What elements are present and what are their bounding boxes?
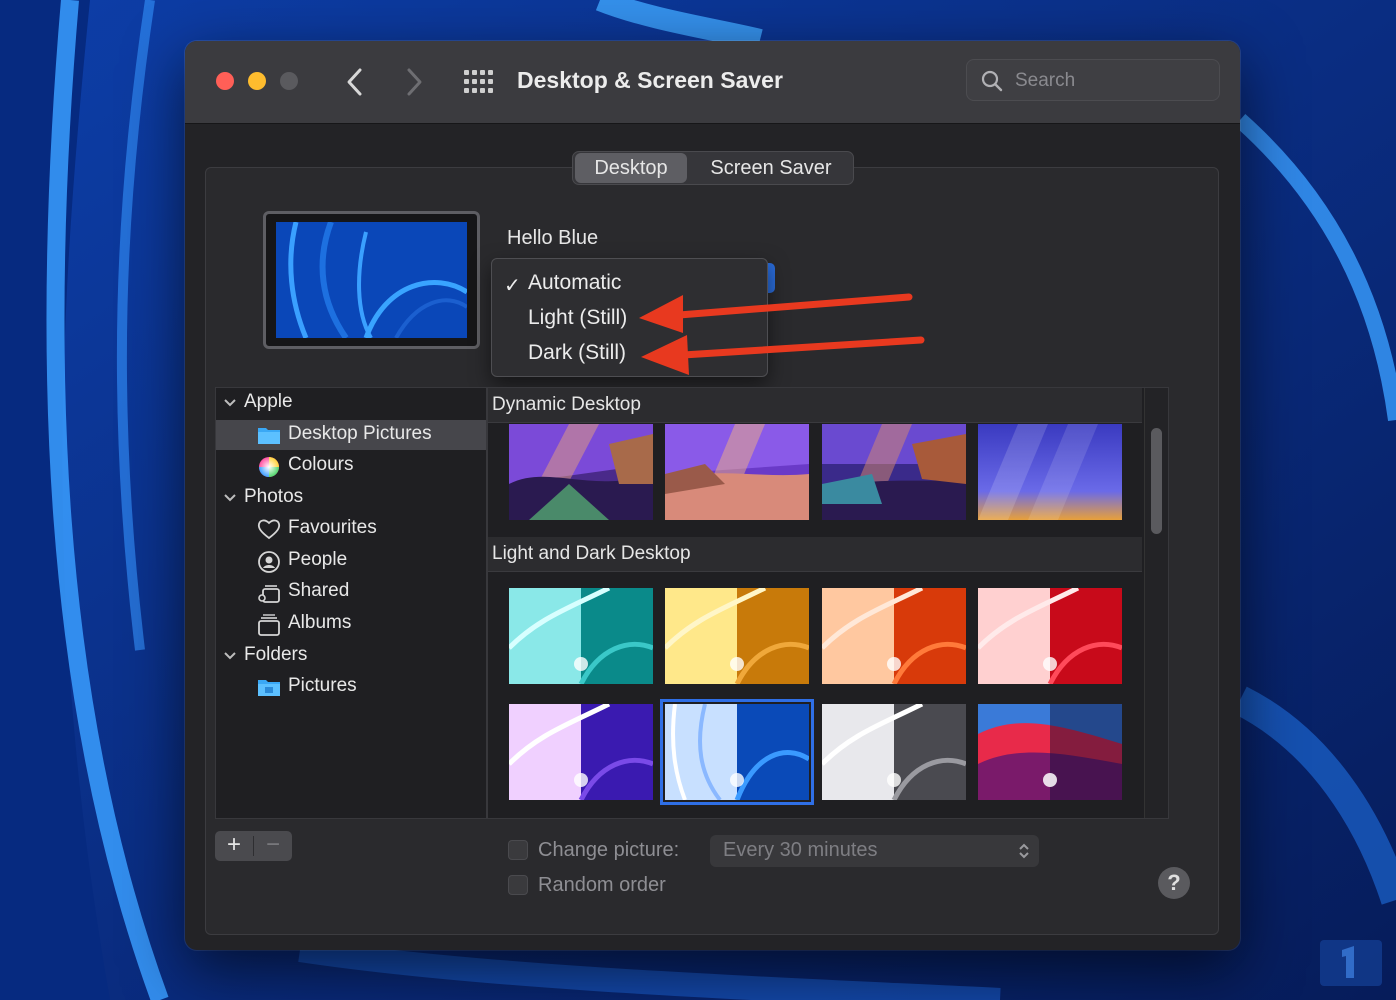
- sidebar-group-apple[interactable]: Apple: [216, 388, 486, 418]
- wallpaper-thumb-yellow[interactable]: [665, 588, 809, 684]
- section-title: Dynamic Desktop: [492, 394, 641, 415]
- wallpaper-thumb-purple[interactable]: [509, 704, 653, 800]
- wallpaper-thumb-red[interactable]: [978, 588, 1122, 684]
- random-order-checkbox[interactable]: [508, 875, 528, 895]
- wallpaper-thumb-silver[interactable]: [822, 704, 966, 800]
- sidebar-item-label: Colours: [288, 454, 354, 475]
- interval-select[interactable]: Every 30 minutes: [710, 835, 1039, 867]
- preferences-window: Desktop & Screen Saver Desktop Screen Sa…: [185, 41, 1240, 950]
- sidebar-group-photos[interactable]: Photos: [216, 483, 486, 513]
- source-list: Apple Desktop Pictures Colours Photos Fa…: [215, 387, 487, 819]
- tab-desktop[interactable]: Desktop: [575, 153, 687, 183]
- color-wheel-icon: [259, 457, 279, 477]
- sidebar-item-people[interactable]: People: [216, 546, 486, 576]
- wallpaper-name: Hello Blue: [507, 227, 599, 249]
- sidebar-group-folders[interactable]: Folders: [216, 641, 486, 671]
- sidebar-item-shared[interactable]: Shared: [216, 577, 486, 607]
- folder-icon: [258, 680, 280, 696]
- sidebar-item-label: Favourites: [288, 517, 377, 538]
- add-folder-button[interactable]: +: [215, 831, 253, 861]
- scroll-thumb[interactable]: [1151, 428, 1162, 534]
- shared-album-icon: [258, 585, 280, 603]
- wallpaper-thumb-teal[interactable]: [509, 588, 653, 684]
- search-field[interactable]: [966, 59, 1220, 101]
- section-header-light-dark: Light and Dark Desktop: [488, 537, 1142, 572]
- wallpaper-gallery: Dynamic Desktop Light and Dark Desktop: [487, 387, 1169, 819]
- section-header-dynamic: Dynamic Desktop: [488, 388, 1142, 423]
- show-all-grid-icon[interactable]: [463, 69, 495, 95]
- chevron-down-icon: [224, 494, 236, 502]
- wallpaper-thumb-orange[interactable]: [822, 588, 966, 684]
- interval-value: Every 30 minutes: [723, 839, 878, 861]
- tab-screen-saver[interactable]: Screen Saver: [691, 152, 851, 184]
- wallpaper-thumb-hello-blue[interactable]: [660, 699, 814, 805]
- window-title: Desktop & Screen Saver: [517, 67, 783, 93]
- tab-bar: Desktop Screen Saver: [572, 151, 854, 185]
- sidebar-item-desktop-pictures[interactable]: Desktop Pictures: [216, 420, 486, 450]
- menu-item-automatic[interactable]: Automatic: [528, 271, 621, 295]
- sidebar-group-label: Photos: [244, 486, 304, 507]
- sidebar-group-label: Folders: [244, 644, 308, 665]
- sidebar-item-colours[interactable]: Colours: [216, 451, 486, 481]
- person-icon: [258, 551, 280, 573]
- chevron-down-icon: [224, 399, 236, 407]
- sidebar-item-pictures[interactable]: Pictures: [216, 672, 486, 702]
- change-picture-checkbox[interactable]: [508, 840, 528, 860]
- remove-folder-button[interactable]: −: [254, 831, 292, 861]
- minimize-button[interactable]: [248, 72, 266, 90]
- change-picture-label: Change picture:: [538, 839, 680, 861]
- heart-icon: [257, 519, 281, 540]
- sidebar-item-label: Pictures: [288, 675, 357, 696]
- sidebar-group-label: Apple: [244, 391, 293, 412]
- sidebar-item-albums[interactable]: Albums: [216, 609, 486, 639]
- gallery-scrollbar[interactable]: [1144, 388, 1168, 818]
- search-icon: [981, 70, 1003, 92]
- section-title: Light and Dark Desktop: [492, 543, 691, 564]
- sidebar-item-label: Shared: [288, 580, 350, 601]
- back-icon[interactable]: [340, 65, 370, 99]
- annotation-arrows: [639, 293, 925, 375]
- sidebar-item-label: Desktop Pictures: [288, 423, 432, 444]
- random-order-label: Random order: [538, 874, 666, 896]
- sidebar-item-label: People: [288, 549, 348, 570]
- wallpaper-thumb-dynamic-2[interactable]: [665, 424, 809, 520]
- menu-item-dark-still[interactable]: Dark (Still): [528, 341, 626, 365]
- preview-image: [276, 222, 467, 338]
- wallpaper-preview: [263, 211, 480, 349]
- chevron-up-down-icon: [1019, 843, 1029, 859]
- help-button[interactable]: ?: [1158, 867, 1190, 899]
- wallpaper-thumb-big-sur[interactable]: [978, 704, 1122, 800]
- folder-icon: [258, 428, 280, 444]
- close-button[interactable]: [216, 72, 234, 90]
- forward-icon[interactable]: [399, 65, 429, 99]
- zoom-button[interactable]: [280, 72, 298, 90]
- sidebar-item-label: Albums: [288, 612, 352, 633]
- menu-item-light-still[interactable]: Light (Still): [528, 306, 627, 330]
- title-bar: Desktop & Screen Saver: [185, 41, 1240, 124]
- sidebar-item-favourites[interactable]: Favourites: [216, 514, 486, 544]
- chevron-down-icon: [224, 652, 236, 660]
- album-icon: [258, 614, 280, 636]
- wallpaper-thumb-dynamic-1[interactable]: [509, 424, 653, 520]
- add-remove-control: + −: [215, 831, 292, 861]
- wallpaper-thumb-dynamic-3[interactable]: [822, 424, 966, 520]
- wallpaper-thumb-dynamic-4[interactable]: [978, 424, 1122, 520]
- search-input[interactable]: [1013, 66, 1212, 96]
- watermark-logo: [1320, 940, 1382, 986]
- checkmark-icon: ✓: [504, 275, 521, 297]
